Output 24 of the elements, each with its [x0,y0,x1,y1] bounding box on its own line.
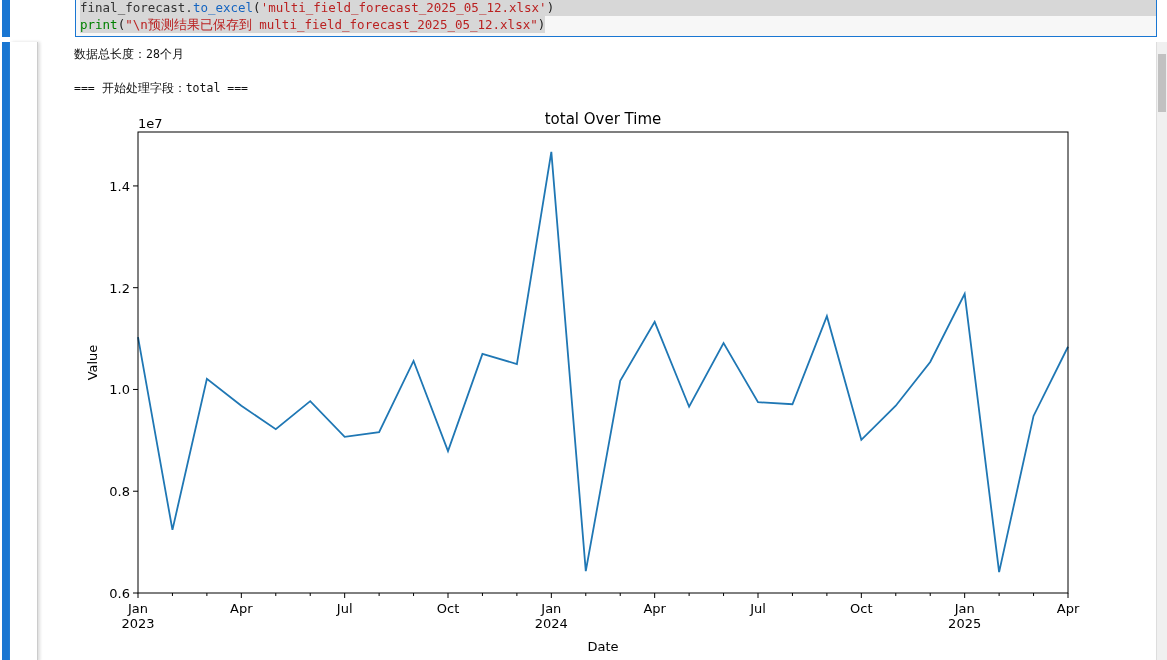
x-tick-label: Jul [336,601,353,616]
offset-label: 1e7 [138,116,163,131]
x-tick-label: Apr [1056,601,1080,616]
chart-title: total Over Time [544,110,662,128]
output-text: 数据总长度：28个月 [74,46,185,62]
x-tick-label: Jan 2024 [534,601,568,631]
x-tick-label: Apr [230,601,253,616]
x-tick-label: Apr [643,601,666,616]
output-text: === 开始处理字段：total === [74,80,249,96]
y-tick-label: 1.2 [109,280,130,296]
y-tick-label: 0.6 [109,586,130,601]
x-tick-label: Jan 2025 [948,601,982,631]
y-tick-label: 1.4 [109,178,130,194]
x-tick-label: Jan 2023 [121,601,155,631]
x-tick-label: Oct [850,601,873,616]
cell-indicator [2,0,10,37]
x-tick-label: Oct [436,601,460,616]
x-axis-title: Date [587,639,619,654]
y-tick-label: 1.0 [109,382,130,398]
y-axis-title: Value [85,344,100,381]
code-cell[interactable]: final_forecast.to_excel('multi_field_forecast_2025_05_12.xlsx') print("\n预测结果已保存到 multi_field_forecast_2025_05_12.xlsx") [75,0,1157,37]
x-tick-label: Jul [750,601,766,616]
scrollbar[interactable] [1156,42,1167,660]
y-tick-label: 0.8 [109,484,130,500]
